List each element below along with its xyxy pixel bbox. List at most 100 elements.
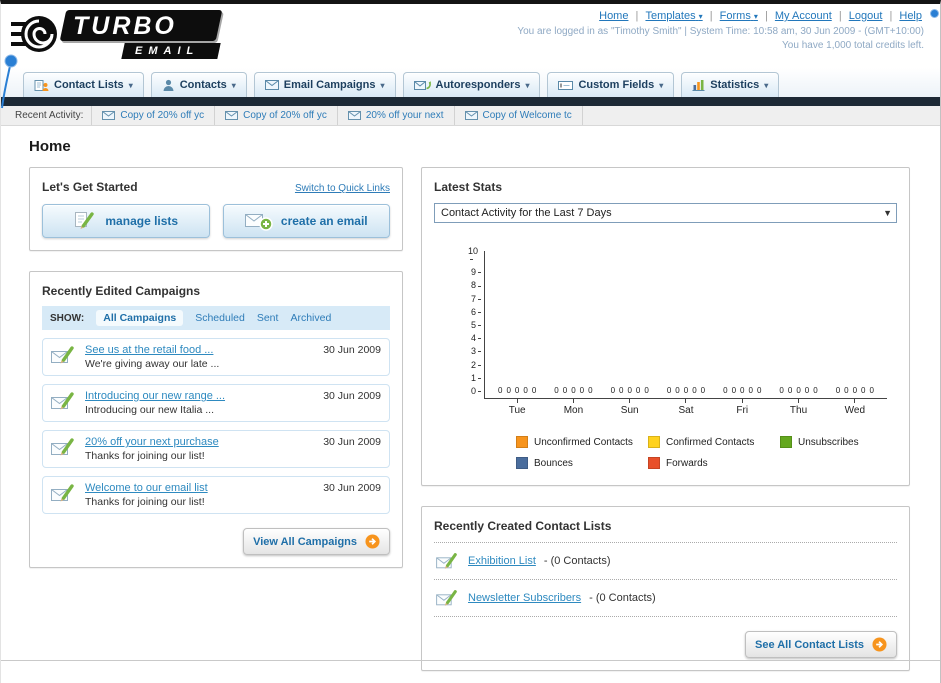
- logo-text-turbo: TURBO: [73, 12, 177, 40]
- chart-x-tick-label: Tue: [489, 399, 545, 416]
- app-window: TURBO EMAIL Home | Templates ▾ | Forms ▾…: [0, 0, 941, 683]
- chevron-down-icon: ▾: [525, 80, 530, 90]
- legend-swatch-icon: [516, 457, 528, 469]
- create-email-button[interactable]: create an email: [222, 204, 390, 238]
- campaign-date: 30 Jun 2009: [323, 482, 381, 494]
- nav-tab-label: Autoresponders: [435, 79, 521, 91]
- chart-value-label: 0: [644, 386, 649, 395]
- legend-label: Forwards: [666, 457, 708, 469]
- autoresponders-icon: [413, 81, 431, 90]
- chart-value-label: 0: [804, 386, 810, 395]
- chart-value-label: 0: [619, 386, 624, 395]
- chart-x-tick-label: Mon: [545, 399, 601, 416]
- link-separator: |: [764, 10, 768, 22]
- link-home[interactable]: Home: [599, 10, 628, 22]
- chart-y-axis: 10 9 8 7 6 5 4 3 2 1 0: [468, 247, 484, 396]
- chart-y-tick-label: 3: [471, 347, 481, 356]
- credits-info: You have 1,000 total credits left.: [782, 40, 924, 51]
- campaign-subtitle: Introducing our new Italia ...: [85, 404, 214, 416]
- chevron-down-icon: ▾: [128, 80, 133, 90]
- latest-stats-panel: Latest Stats Contact Activity for the La…: [421, 167, 910, 486]
- chart-value-label: 0: [756, 386, 762, 395]
- switch-quick-links-link[interactable]: Switch to Quick Links: [295, 183, 390, 194]
- campaign-row: Introducing our new range ... Introducin…: [42, 384, 390, 422]
- chart-y-tick-label: 2: [471, 360, 481, 369]
- campaign-title-link[interactable]: See us at the retail food ...: [85, 344, 219, 356]
- logo-text-email: EMAIL: [135, 45, 200, 57]
- campaign-title-link[interactable]: 20% off your next purchase: [85, 436, 219, 448]
- link-my-account[interactable]: My Account: [775, 10, 832, 22]
- chart-bar-group: 00000: [827, 386, 883, 398]
- legend-item: Confirmed Contacts: [648, 436, 780, 448]
- chart-x-tick-label: Sun: [602, 399, 658, 416]
- chart-value-label: 0: [588, 386, 593, 395]
- chart-y-tick-label: 0: [471, 386, 481, 395]
- link-forms[interactable]: Forms ▾: [720, 10, 758, 22]
- chevron-down-icon: ▾: [380, 80, 385, 90]
- show-label: SHOW:: [50, 312, 85, 324]
- link-templates-label: Templates: [645, 10, 696, 22]
- tab-sent[interactable]: Sent: [257, 312, 279, 324]
- recent-campaigns-title: Recently Edited Campaigns: [42, 284, 201, 298]
- main-nav: Contact Lists ▾ Contacts ▾ Email Campaig…: [1, 68, 940, 97]
- envelope-icon: [225, 111, 239, 120]
- link-logout[interactable]: Logout: [849, 10, 883, 22]
- nav-tab-label: Contact Lists: [54, 79, 124, 91]
- chevron-down-icon: ▾: [659, 80, 664, 90]
- stats-period-select[interactable]: Contact Activity for the Last 7 Days ▼: [434, 203, 897, 223]
- nav-tab-statistics[interactable]: Statistics ▾: [681, 72, 780, 97]
- chart-bar-group: 00000: [602, 386, 658, 398]
- tab-all-campaigns[interactable]: All Campaigns: [96, 310, 184, 326]
- chart-value-label: 0: [571, 386, 576, 395]
- get-started-panel: Let's Get Started Switch to Quick Links …: [29, 167, 403, 251]
- recent-campaigns-panel: Recently Edited Campaigns SHOW: All Camp…: [29, 271, 403, 568]
- see-all-contact-lists-button[interactable]: See All Contact Lists: [744, 631, 897, 658]
- nav-tab-autoresponders[interactable]: Autoresponders ▾: [402, 72, 541, 97]
- chart-value-label: 0: [740, 386, 745, 395]
- recent-activity-item[interactable]: Copy of 20% off yc: [215, 106, 338, 125]
- pencil-list-icon: [75, 212, 95, 229]
- campaign-title-link[interactable]: Introducing our new range ...: [85, 390, 225, 402]
- nav-tab-contacts[interactable]: Contacts ▾: [150, 72, 247, 97]
- tab-scheduled[interactable]: Scheduled: [195, 312, 245, 324]
- nav-tab-label: Custom Fields: [578, 79, 655, 91]
- nav-tab-email-campaigns[interactable]: Email Campaigns ▾: [253, 72, 396, 97]
- campaign-title-link[interactable]: Welcome to our email list: [85, 482, 208, 494]
- chart-y-tick-label: 9: [471, 268, 481, 277]
- recent-activity-item[interactable]: Copy of Welcome tc: [455, 106, 583, 125]
- link-templates[interactable]: Templates ▾: [645, 10, 702, 22]
- contact-list-link[interactable]: Exhibition List: [468, 555, 536, 567]
- chart-bar-group: 00000: [545, 386, 601, 398]
- manage-lists-label: manage lists: [105, 214, 179, 228]
- view-all-campaigns-button[interactable]: View All Campaigns: [243, 528, 390, 555]
- contact-list-link[interactable]: Newsletter Subscribers: [468, 592, 581, 604]
- chart-value-label: 0: [731, 386, 737, 395]
- campaign-date: 30 Jun 2009: [323, 436, 381, 448]
- chart-value-label: 0: [787, 386, 793, 395]
- nav-tab-contact-lists[interactable]: Contact Lists ▾: [23, 72, 144, 97]
- arrow-right-circle-icon: [872, 637, 887, 652]
- link-separator: |: [635, 10, 639, 22]
- recent-activity-item[interactable]: Copy of 20% off yc: [91, 106, 216, 125]
- link-separator: |: [838, 10, 842, 22]
- legend-swatch-icon: [516, 436, 528, 448]
- envelope-pencil-icon: [436, 553, 457, 569]
- chart-bar-group: 00000: [714, 386, 770, 398]
- tab-archived[interactable]: Archived: [290, 312, 331, 324]
- link-help[interactable]: Help: [899, 10, 922, 22]
- legend-item: Forwards: [648, 457, 780, 469]
- nav-tab-custom-fields[interactable]: Custom Fields ▾: [547, 72, 675, 97]
- nav-divider-bar: [1, 97, 940, 106]
- manage-lists-button[interactable]: manage lists: [42, 204, 210, 238]
- nav-tab-label: Email Campaigns: [283, 79, 376, 91]
- contact-list-row: Exhibition List - (0 Contacts): [434, 543, 897, 580]
- chart-value-label: 0: [813, 386, 818, 395]
- chart-value-label: 0: [531, 386, 537, 395]
- campaign-date: 30 Jun 2009: [323, 344, 381, 356]
- header: TURBO EMAIL Home | Templates ▾ | Forms ▾…: [1, 4, 940, 68]
- recent-activity-item[interactable]: 20% off your next: [338, 106, 455, 125]
- chart-x-tick-label: Wed: [827, 399, 883, 416]
- chart-value-label: 0: [554, 386, 559, 395]
- envelope-icon: [102, 111, 116, 120]
- legend-swatch-icon: [648, 436, 660, 448]
